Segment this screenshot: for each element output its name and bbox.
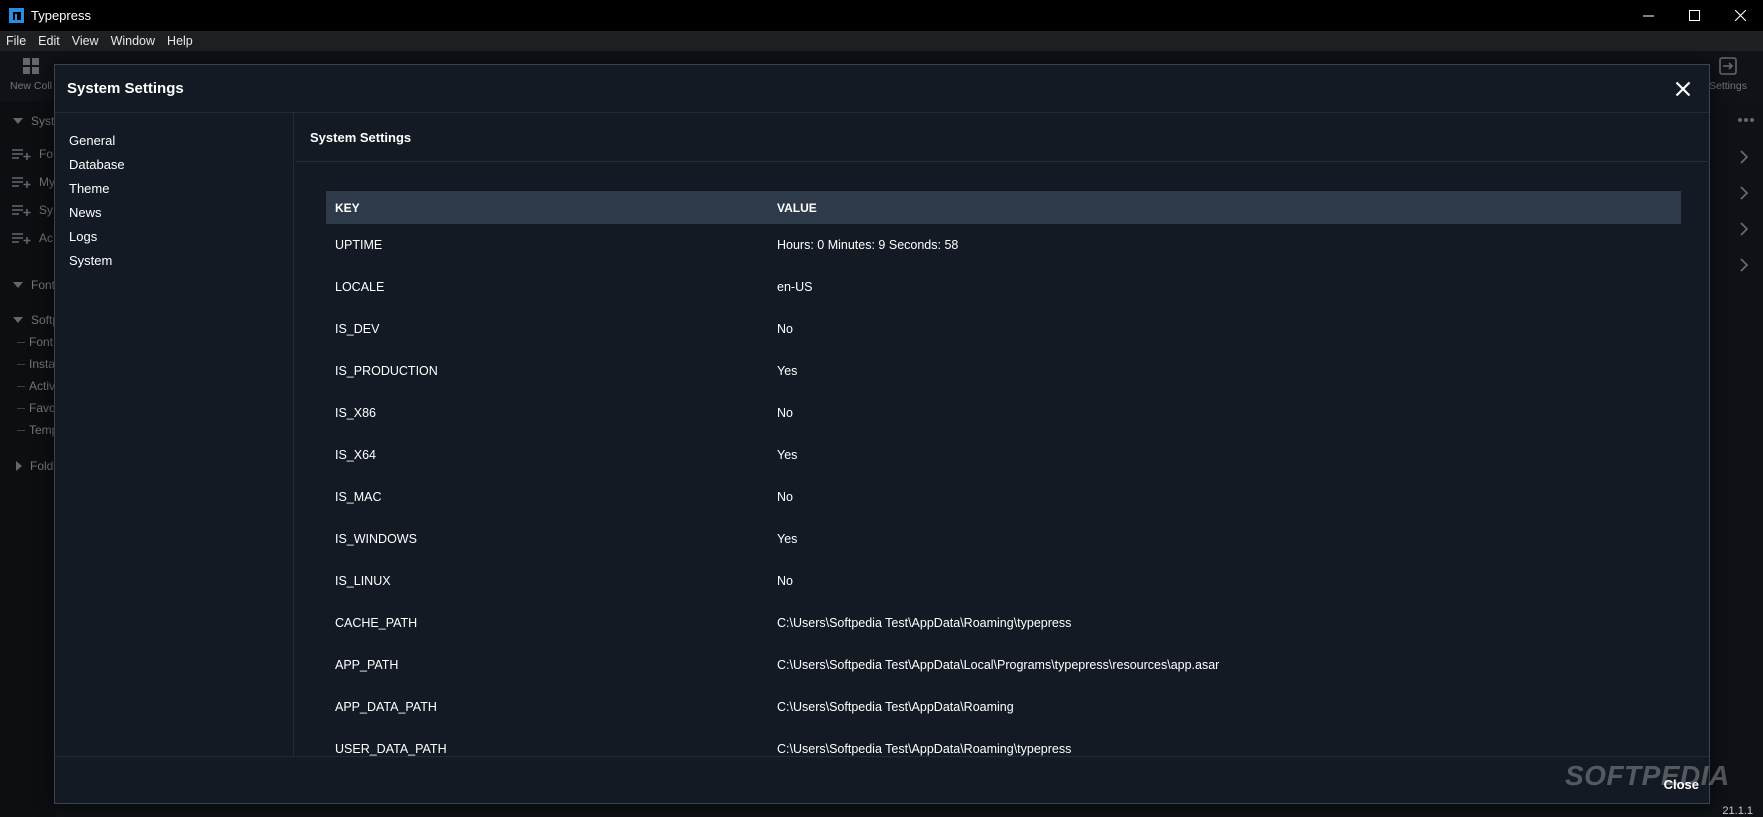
row-key: IS_X86 [335,406,377,420]
row-value: No [777,406,793,420]
row-key: USER_DATA_PATH [335,742,447,756]
app-logo-icon [9,8,24,23]
row-value: No [777,490,793,504]
column-header-key: KEY [335,200,360,215]
version-label: 21.1.1 [1722,805,1753,817]
row-key: IS_PRODUCTION [335,364,438,378]
settings-content: System Settings KEY VALUE UPTIME Hours: 0… [295,113,1710,757]
table-row: IS_LINUX No [326,560,1681,602]
row-value: Yes [777,364,798,378]
table-body: UPTIME Hours: 0 Minutes: 9 Seconds: 58 LOC… [326,224,1681,757]
row-key: IS_LINUX [335,574,391,588]
settings-nav: General Database Theme News Logs System [55,113,294,757]
row-key: CACHE_PATH [335,616,418,630]
modal-header: System Settings [55,65,1709,113]
system-info-table: KEY VALUE UPTIME Hours: 0 Minutes: 9 Seco… [326,191,1681,757]
menu-view[interactable]: View [66,34,105,48]
maximize-button[interactable] [1671,0,1717,31]
table-row: CACHE_PATH C:\Users\Softpedia Test\AppDat… [326,602,1681,644]
watermark: SOFTPEDIA [1565,760,1730,791]
modal-close-button[interactable] [1672,78,1694,100]
close-icon [1734,10,1746,21]
row-value: Yes [777,532,798,546]
close-icon [1675,81,1691,97]
title-bar: Typepress [0,0,1763,31]
maximize-icon [1688,10,1700,21]
nav-news[interactable]: News [55,201,293,225]
table-row: UPTIME Hours: 0 Minutes: 9 Seconds: 58 [326,224,1681,266]
row-key: IS_DEV [335,322,380,336]
column-header-value: VALUE [777,200,817,215]
minimize-icon [1642,15,1654,17]
row-value: No [777,574,793,588]
modal-title: System Settings [67,80,184,97]
nav-system[interactable]: System [55,249,293,273]
menu-help[interactable]: Help [161,34,199,48]
row-key: APP_PATH [335,658,399,672]
row-key: APP_DATA_PATH [335,700,437,714]
table-row: IS_WINDOWS Yes [326,518,1681,560]
table-row: IS_MAC No [326,476,1681,518]
row-key: IS_MAC [335,490,382,504]
row-value: C:\Users\Softpedia Test\AppData\Roaming\… [777,616,1072,630]
window-controls [1625,0,1763,31]
table-row: IS_X64 Yes [326,434,1681,476]
row-key: IS_WINDOWS [335,532,417,546]
modal-footer: Close [55,756,1709,803]
row-value: Hours: 0 Minutes: 9 Seconds: 58 [777,238,959,252]
menu-bar: File Edit View Window Help [0,31,1763,51]
window-close-button[interactable] [1717,0,1763,31]
table-row: IS_X86 No [326,392,1681,434]
content-title: System Settings [295,113,1710,162]
table-header: KEY VALUE [326,191,1681,224]
minimize-button[interactable] [1625,0,1671,31]
window-title: Typepress [31,8,91,23]
table-row: IS_PRODUCTION Yes [326,350,1681,392]
row-value: No [777,322,793,336]
nav-theme[interactable]: Theme [55,177,293,201]
row-value: en-US [777,280,813,294]
row-value: C:\Users\Softpedia Test\AppData\Roaming\… [777,742,1072,756]
table-row: APP_PATH C:\Users\Softpedia Test\AppData\… [326,644,1681,686]
row-value: Yes [777,448,798,462]
nav-logs[interactable]: Logs [55,225,293,249]
menu-file[interactable]: File [0,34,32,48]
table-row: USER_DATA_PATH C:\Users\Softpedia Test\Ap… [326,728,1681,757]
row-value: C:\Users\Softpedia Test\AppData\Roaming [777,700,1014,714]
table-row: APP_DATA_PATH C:\Users\Softpedia Test\App… [326,686,1681,728]
nav-general[interactable]: General [55,129,293,153]
table-row: IS_DEV No [326,308,1681,350]
table-row: LOCALE en-US [326,266,1681,308]
system-settings-modal: System Settings General Database Theme N… [54,64,1710,804]
row-key: IS_X64 [335,448,377,462]
menu-edit[interactable]: Edit [32,34,66,48]
row-value: C:\Users\Softpedia Test\AppData\Local\Pr… [777,658,1220,672]
row-key: LOCALE [335,280,385,294]
row-key: UPTIME [335,238,383,252]
menu-window[interactable]: Window [105,34,161,48]
nav-database[interactable]: Database [55,153,293,177]
